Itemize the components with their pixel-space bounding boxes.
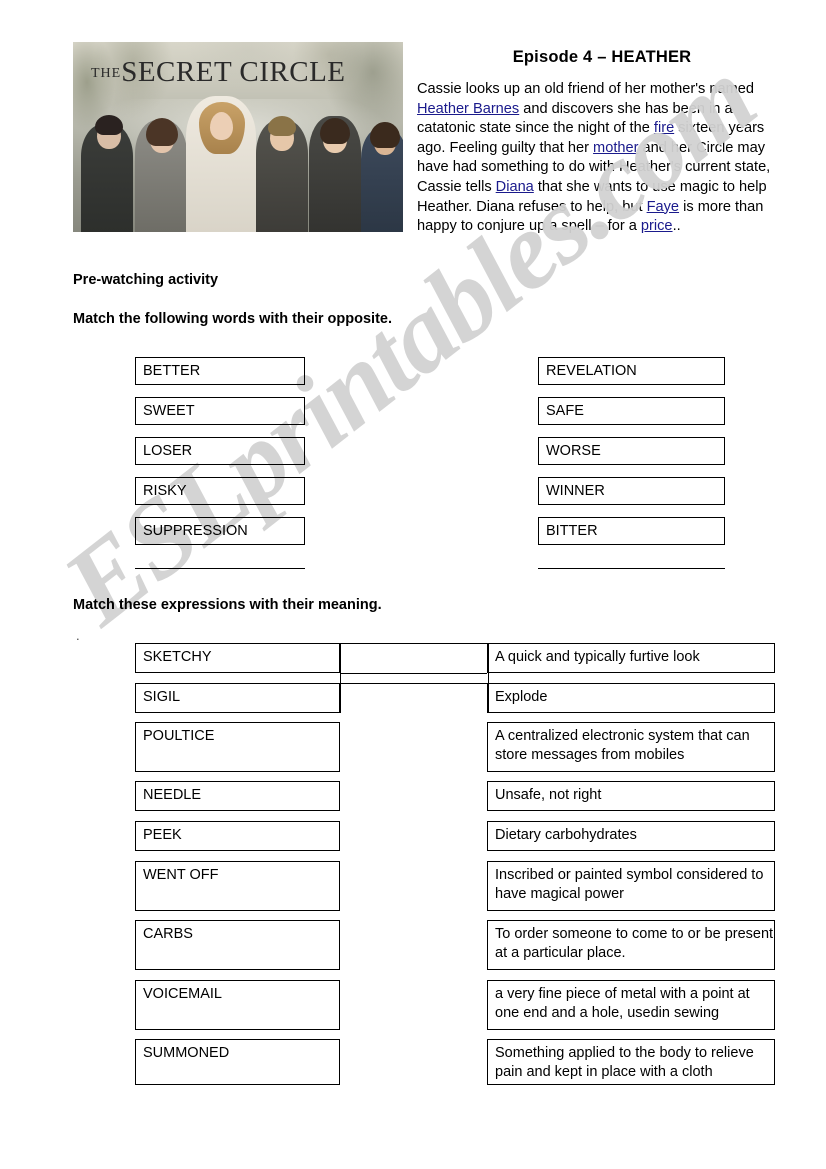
cast-hair (268, 115, 296, 136)
opposites-right-tail-rule (538, 568, 725, 569)
summary-text: .. (672, 218, 681, 235)
opposites-right-box[interactable]: BITTER (538, 517, 725, 545)
poster-cast-group (73, 84, 403, 232)
cast-hair (95, 114, 123, 135)
worksheet-page: ESLprintables.com THESECRET CIRCLE Episo… (0, 0, 826, 1169)
summary-link[interactable]: Faye (647, 199, 679, 215)
opposites-right-box[interactable]: REVELATION (538, 357, 725, 385)
heading-match-opposites: Match the following words with their opp… (73, 311, 392, 327)
cast-hair (320, 117, 350, 144)
summary-link[interactable]: Diana (496, 179, 534, 195)
opposites-left-box[interactable]: LOSER (135, 437, 305, 465)
stray-punctuation-mark: . (76, 628, 80, 643)
header-block: THESECRET CIRCLE Episode 4 – HEATHER Cas… (0, 0, 826, 270)
meanings-definition-box[interactable]: Inscribed or painted symbol considered t… (487, 861, 775, 911)
opposites-left-box[interactable]: SUPPRESSION (135, 517, 305, 545)
meanings-term-box[interactable]: PEEK (135, 821, 340, 851)
meanings-term-box[interactable]: WENT OFF (135, 861, 340, 911)
meanings-term-box[interactable]: NEEDLE (135, 781, 340, 811)
episode-summary: Cassie looks up an old friend of her mot… (417, 80, 789, 237)
meanings-joined-rule (340, 673, 487, 674)
cast-hair (146, 117, 178, 146)
secret-circle-poster-image: THESECRET CIRCLE (73, 42, 403, 232)
meanings-term-box[interactable]: SKETCHY (135, 643, 340, 673)
summary-link[interactable]: Heather Barnes (417, 101, 519, 117)
meanings-definition-box[interactable]: Dietary carbohydrates (487, 821, 775, 851)
meanings-term-box[interactable]: SIGIL (135, 683, 340, 713)
meanings-definition-box[interactable]: A quick and typically furtive look (487, 643, 775, 673)
summary-link[interactable]: price (641, 218, 673, 234)
meanings-definition-box[interactable]: Something applied to the body to relieve… (487, 1039, 775, 1085)
meanings-joined-rule (340, 683, 487, 684)
meanings-definition-box[interactable]: Unsafe, not right (487, 781, 775, 811)
heading-pre-watching-activity: Pre-watching activity (73, 272, 219, 288)
opposites-left-box[interactable]: RISKY (135, 477, 305, 505)
cast-hair (370, 121, 400, 148)
meanings-definition-box[interactable]: To order someone to come to or be presen… (487, 920, 775, 970)
opposites-left-box[interactable]: BETTER (135, 357, 305, 385)
meanings-definition-box[interactable]: A centralized electronic system that can… (487, 722, 775, 772)
meanings-term-box[interactable]: SUMMONED (135, 1039, 340, 1085)
opposites-right-box[interactable]: SAFE (538, 397, 725, 425)
poster-title-prefix: THE (91, 66, 122, 81)
opposites-right-box[interactable]: WORSE (538, 437, 725, 465)
cast-face-overlay (210, 111, 233, 140)
meanings-middle-spacer-column (340, 643, 489, 713)
meanings-joined-rule (340, 643, 487, 644)
episode-title: Episode 4 – HEATHER (512, 48, 692, 66)
summary-text: Cassie looks up an old friend of her mot… (417, 81, 755, 97)
summary-link[interactable]: fire (654, 120, 674, 136)
meanings-term-box[interactable]: CARBS (135, 920, 340, 970)
meanings-definition-box[interactable]: a very fine piece of metal with a point … (487, 980, 775, 1030)
opposites-right-box[interactable]: WINNER (538, 477, 725, 505)
poster-title-main: SECRET CIRCLE (121, 56, 346, 88)
opposites-left-box[interactable]: SWEET (135, 397, 305, 425)
summary-link[interactable]: mother (593, 140, 638, 156)
meanings-term-box[interactable]: POULTICE (135, 722, 340, 772)
opposites-left-tail-rule (135, 568, 305, 569)
heading-match-meanings: Match these expressions with their meani… (73, 597, 382, 613)
poster-show-title: THESECRET CIRCLE (91, 56, 391, 89)
meanings-definition-box[interactable]: Explode (487, 683, 775, 713)
meanings-term-box[interactable]: VOICEMAIL (135, 980, 340, 1030)
